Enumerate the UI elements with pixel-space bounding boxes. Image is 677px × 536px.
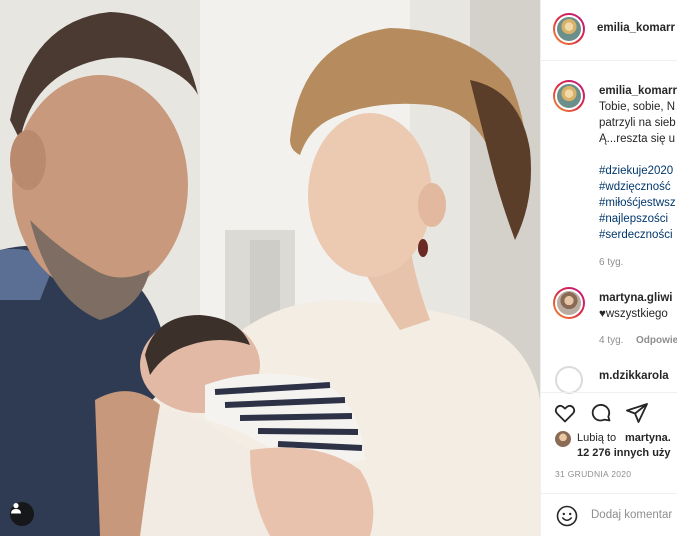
caption-line-3: Ą...reszta się u	[599, 133, 676, 145]
likes-user[interactable]: martyna.	[625, 432, 671, 444]
post-header: emilia_komarr	[541, 0, 677, 61]
caption-line-2: patrzyli na sieb	[599, 117, 676, 129]
paper-plane-icon[interactable]	[625, 401, 649, 425]
add-comment-bar: Dodaj komentar	[541, 493, 677, 536]
comment-avatar[interactable]	[555, 366, 583, 394]
post-actions: Lubią to martyna. 12 276 innych uży 31 G…	[541, 392, 677, 536]
likes-others[interactable]: 12 276 innych uży	[577, 447, 671, 459]
comment-avatar[interactable]	[553, 287, 585, 319]
caption-username[interactable]: emilia_komarr	[599, 85, 677, 97]
comment-username[interactable]: martyna.gliwi	[599, 292, 673, 304]
heart-icon[interactable]	[553, 401, 577, 425]
post-photo[interactable]	[0, 0, 540, 536]
comment-icon[interactable]	[589, 401, 613, 425]
user-tag-button[interactable]	[10, 502, 34, 526]
photo-illustration	[0, 0, 540, 536]
likes-prefix: Lubią to	[577, 432, 617, 444]
comment-text: ♥wszystkiego	[599, 308, 668, 320]
hashtag-link[interactable]: #najlepszości	[599, 213, 668, 225]
comment-timestamp[interactable]: 4 tyg.	[599, 335, 623, 346]
caption-timestamp[interactable]: 6 tyg.	[599, 257, 623, 268]
user-tag-icon	[11, 503, 21, 514]
hashtag-link[interactable]: #miłośćjestwsz	[599, 197, 676, 209]
liker-avatar[interactable]	[555, 431, 571, 447]
caption-avatar[interactable]	[553, 80, 585, 112]
comment-username[interactable]: m.dzikkarola	[599, 370, 669, 382]
caption-line-1: Tobie, sobie, N	[599, 101, 676, 113]
reply-button[interactable]: Odpowie	[636, 335, 677, 346]
post-date[interactable]: 31 GRUDNIA 2020	[555, 469, 631, 479]
profile-avatar[interactable]	[553, 13, 585, 45]
post-username[interactable]: emilia_komarr	[597, 22, 675, 34]
emoji-icon[interactable]	[555, 504, 579, 528]
comment-input[interactable]: Dodaj komentar	[591, 509, 672, 521]
hashtag-link[interactable]: #wdzięczność	[599, 181, 671, 193]
hashtag-link[interactable]: #dziekuje2020	[599, 165, 673, 177]
hashtag-link[interactable]: #serdeczności	[599, 229, 673, 241]
post-sidebar: emilia_komarr emilia_komarr Tobie, sobie…	[540, 0, 677, 536]
